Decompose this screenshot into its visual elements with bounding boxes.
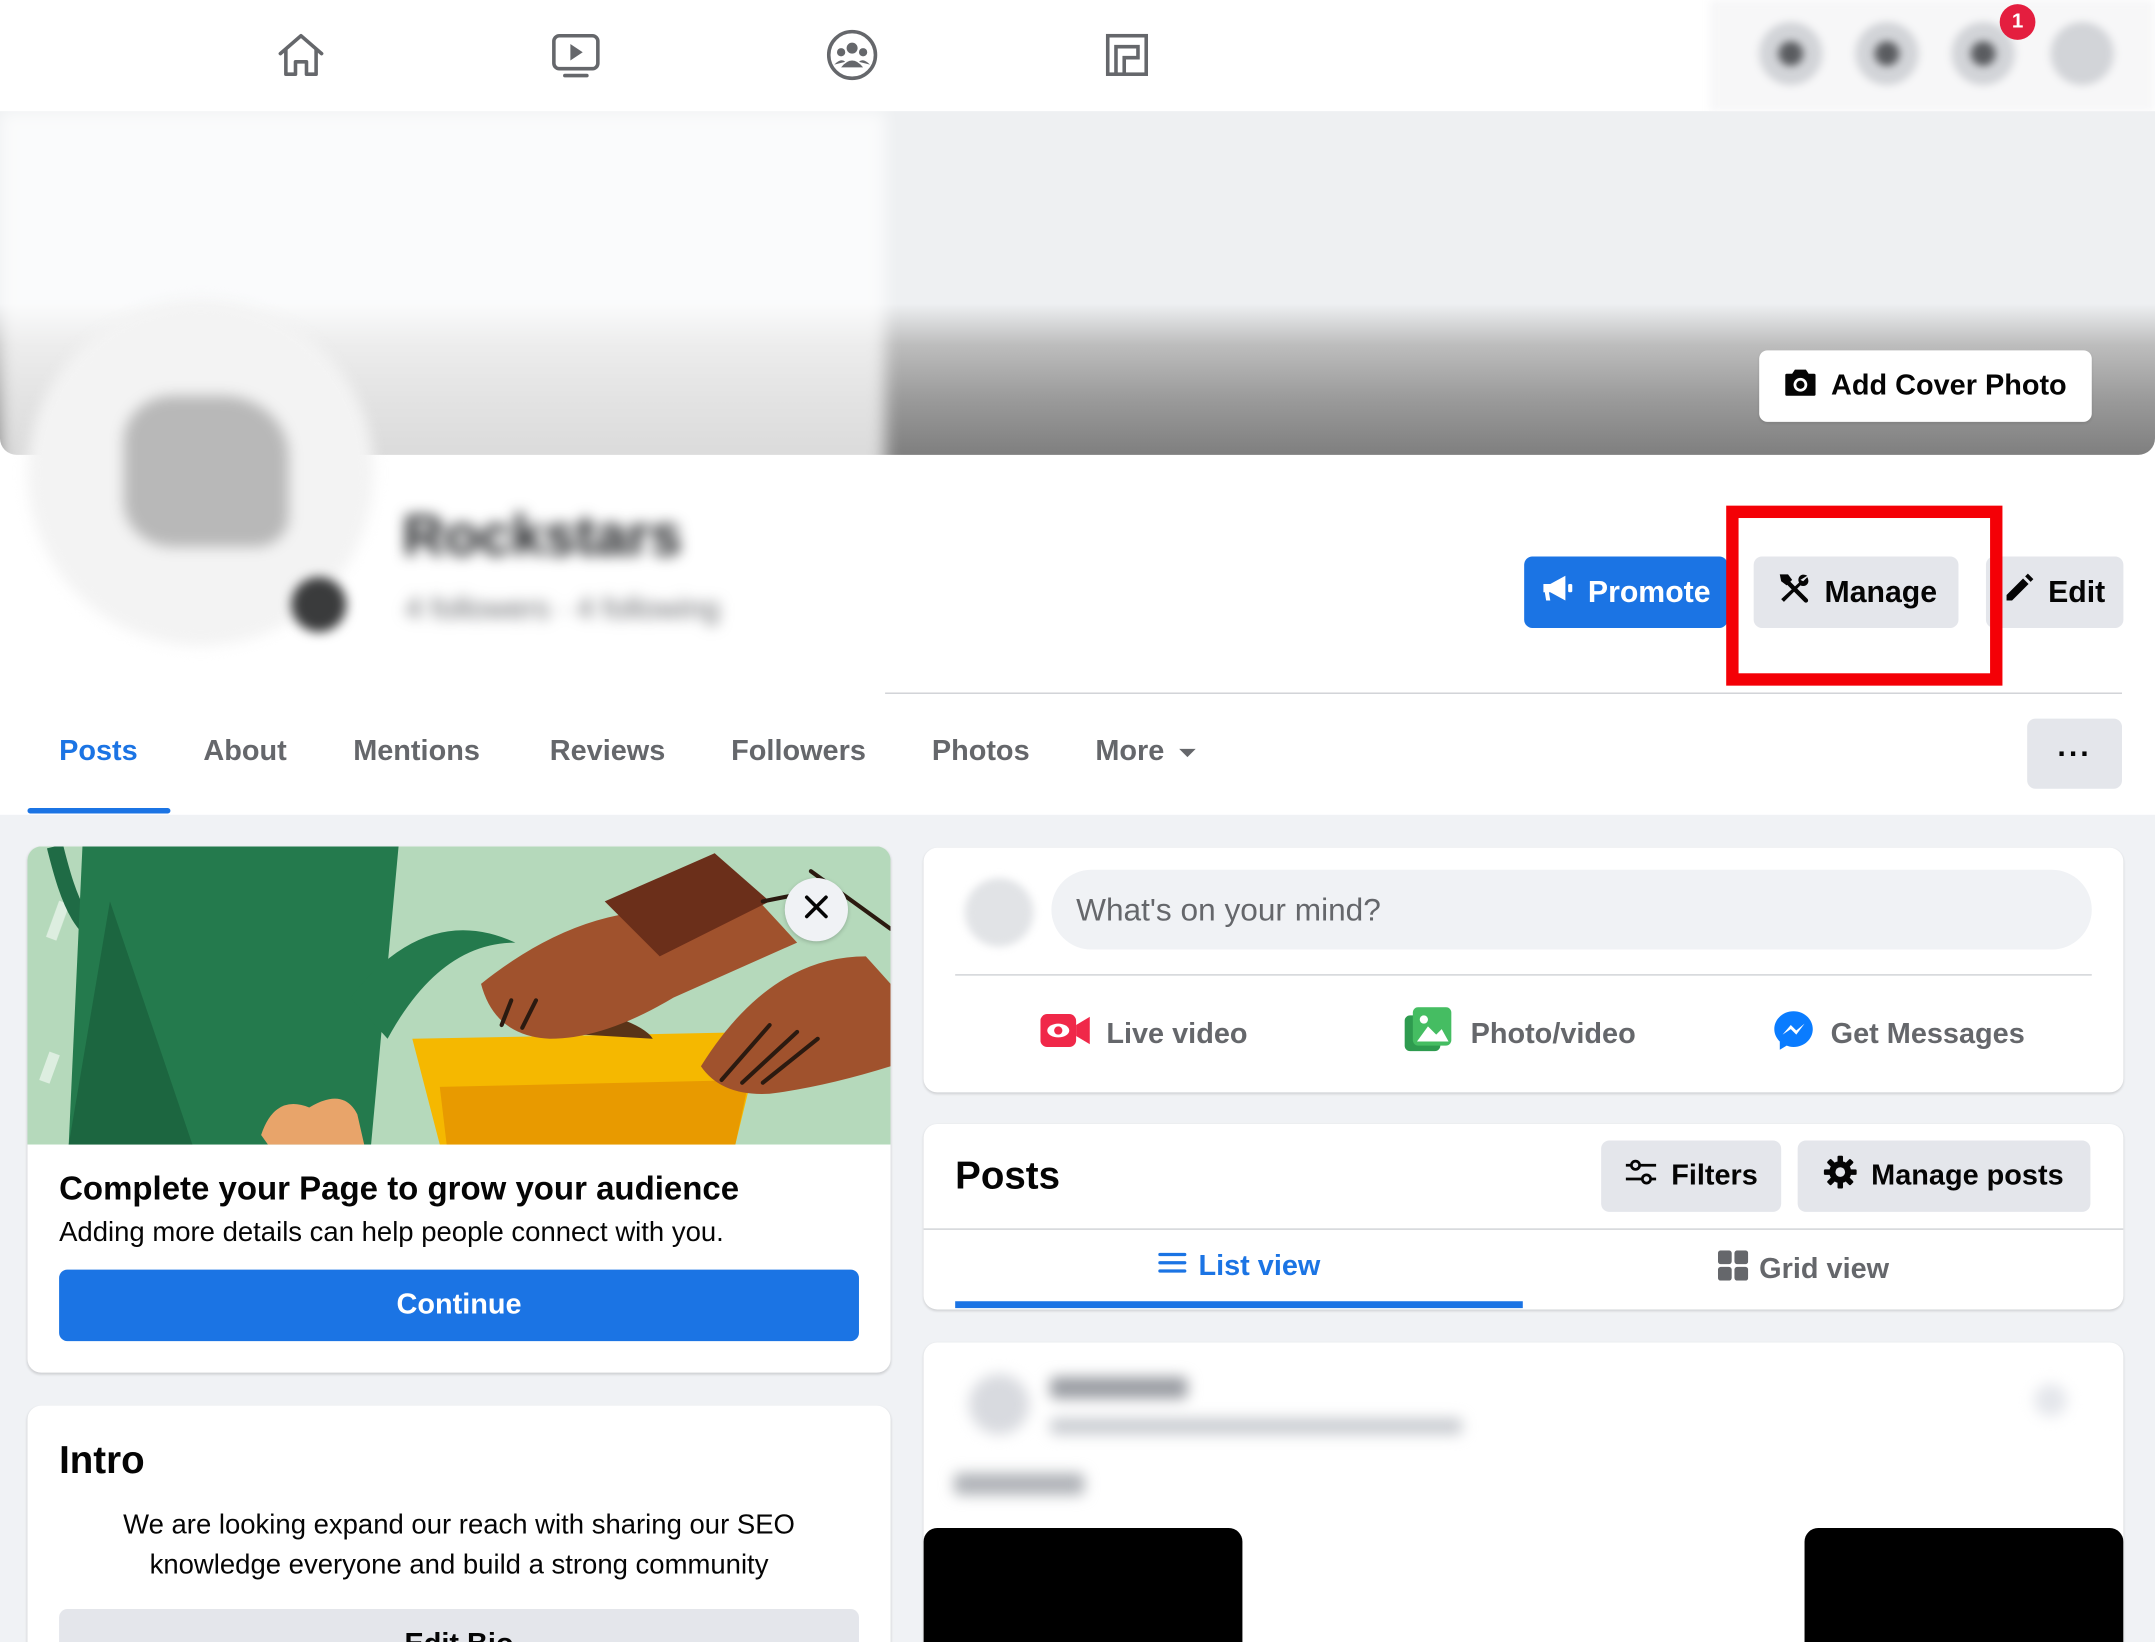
create-post-card: What's on your mind? Live video Photo/vi… [923,847,2124,1093]
edit-page-button[interactable]: Edit [1985,556,2124,628]
tab-more-label: More [1095,735,1165,767]
annotation-highlight-box [1726,505,2003,686]
header-divider [885,692,2123,694]
tab-posts[interactable]: Posts [59,735,138,768]
add-cover-photo-label: Add Cover Photo [1830,369,2067,402]
photo-video-icon [1404,1007,1454,1062]
promote-label: Promote [1587,574,1711,609]
tab-followers[interactable]: Followers [731,735,866,768]
photo-video-label: Photo/video [1470,1018,1636,1050]
manage-posts-label: Manage posts [1871,1159,2064,1192]
page-stats: 4 followers · 4 following [405,590,720,626]
account-avatar[interactable] [2050,21,2114,86]
tab-reviews[interactable]: Reviews [550,735,666,768]
redaction-block-right [1804,1527,2124,1642]
filter-sliders-icon [1624,1158,1657,1194]
intro-title: Intro [59,1438,145,1482]
posts-divider [923,1228,2124,1230]
grid-view-tab[interactable]: Grid view [1717,1250,1890,1288]
get-messages-label: Get Messages [1830,1018,2025,1050]
list-icon [1157,1250,1187,1283]
list-view-label: List view [1198,1250,1321,1282]
composer-avatar [964,878,1034,947]
account-actions-blurred [1709,0,2155,112]
list-view-tab[interactable]: List view [1157,1250,1320,1283]
get-messages-button[interactable]: Get Messages [1773,1004,2025,1064]
active-view-indicator [955,1301,1523,1309]
tab-more[interactable]: More [1095,735,1197,768]
grow-card-subtitle: Adding more details can help people conn… [59,1217,724,1248]
intro-text: We are looking expand our reach with sha… [123,1510,795,1581]
watch-video-icon[interactable] [548,27,603,82]
post-card-redacted [923,1342,2124,1642]
posts-header-card: Posts Filters Manage posts List view Gri… [923,1123,2124,1310]
posts-title: Posts [955,1154,1060,1197]
live-video-button[interactable]: Live video [1040,1004,1248,1064]
edit-bio-button[interactable]: Edit Bio [59,1609,859,1642]
live-video-label: Live video [1106,1018,1248,1050]
tab-photos[interactable]: Photos [932,735,1030,768]
messenger-icon [1773,1010,1814,1059]
grow-card-title: Complete your Page to grow your audience [59,1170,740,1208]
close-card-button[interactable] [784,878,848,942]
edit-label: Edit [2048,574,2106,609]
pencil-icon [2004,573,2034,611]
photo-video-button[interactable]: Photo/video [1404,1004,1636,1064]
live-video-icon [1040,1011,1090,1058]
composer-divider [955,974,2092,976]
page-name: Rockstars [402,502,682,568]
whats-on-your-mind-input[interactable]: What's on your mind? [1051,869,2092,950]
active-tab-indicator [27,807,171,814]
grid-view-label: Grid view [1759,1253,1890,1285]
profile-camera-icon[interactable] [291,577,347,633]
caret-down-icon [1178,735,1197,768]
more-options-button[interactable]: ··· [2027,718,2123,789]
messenger-icon[interactable] [1855,21,1919,86]
complete-page-card: Complete your Page to grow your audience… [27,846,891,1373]
redaction-block-left [923,1527,1243,1642]
tab-about[interactable]: About [203,735,286,768]
promote-button[interactable]: Promote [1524,556,1728,628]
groups-icon[interactable] [825,27,880,82]
gardening-illustration [27,846,891,1145]
grid-icon [1717,1250,1749,1288]
notification-badge: 1 [1999,4,2036,40]
continue-button[interactable]: Continue [59,1269,859,1342]
gaming-icon[interactable] [1099,27,1154,82]
add-cover-photo-button[interactable]: Add Cover Photo [1759,350,2092,422]
filters-label: Filters [1671,1159,1758,1192]
intro-card: Intro We are looking expand our reach wi… [27,1405,891,1642]
filters-button[interactable]: Filters [1601,1140,1782,1212]
tab-mentions[interactable]: Mentions [353,735,480,768]
menu-icon[interactable] [1759,21,1823,86]
manage-posts-button[interactable]: Manage posts [1797,1140,2091,1212]
megaphone-icon [1541,573,1574,611]
home-icon[interactable] [273,27,328,82]
close-icon [803,892,830,926]
gear-icon [1824,1155,1858,1197]
camera-icon [1784,367,1817,405]
